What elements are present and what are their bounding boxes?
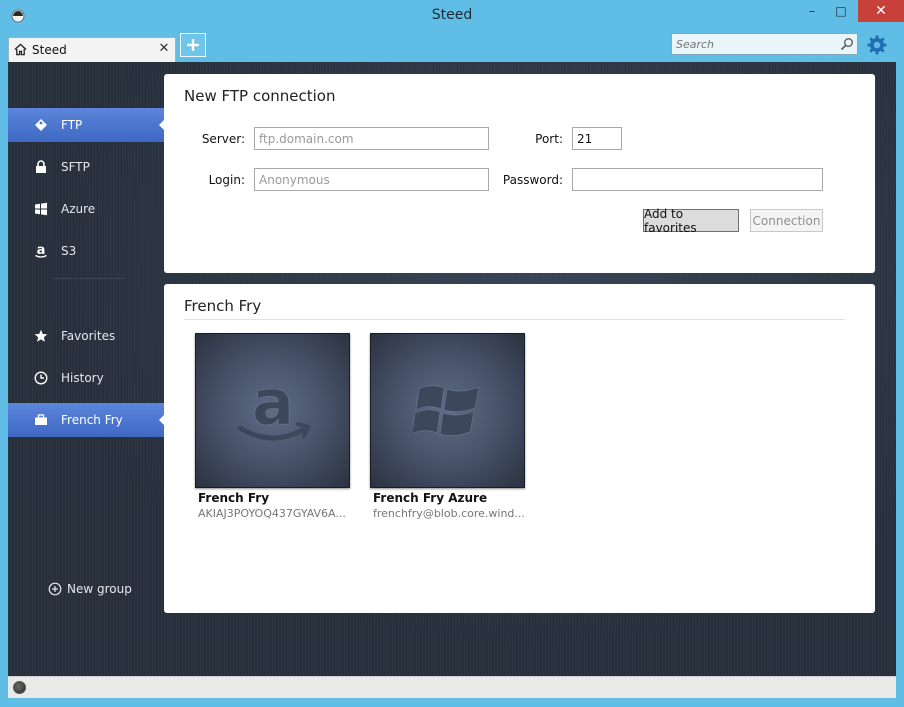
maximize-button[interactable]: □ bbox=[826, 0, 856, 22]
sidebar-item-sftp[interactable]: SFTP bbox=[8, 150, 164, 184]
amazon-icon: a bbox=[32, 242, 50, 260]
sidebar-item-label: Azure bbox=[61, 202, 96, 216]
tab-close-icon[interactable]: ✕ bbox=[157, 41, 171, 56]
sidebar-item-label: S3 bbox=[61, 244, 77, 258]
sidebar-item-label: History bbox=[61, 371, 104, 385]
search-box[interactable] bbox=[671, 33, 858, 55]
group-title-divider bbox=[184, 319, 845, 320]
server-label: Server: bbox=[201, 132, 245, 146]
sidebar-item-s3[interactable]: a S3 bbox=[8, 234, 164, 268]
port-label: Port: bbox=[535, 132, 563, 146]
home-icon bbox=[14, 43, 27, 56]
window-title: Steed bbox=[431, 7, 473, 23]
port-input[interactable] bbox=[572, 127, 622, 150]
password-label: Password: bbox=[502, 173, 563, 187]
group-panel: French Fry a French Fry AKIAJ3POYOQ437GY… bbox=[164, 284, 875, 613]
close-window-button[interactable]: ✕ bbox=[858, 0, 904, 22]
password-input[interactable] bbox=[572, 168, 823, 191]
add-to-favorites-button[interactable]: Add to favorites bbox=[643, 207, 739, 235]
search-icon[interactable] bbox=[840, 37, 854, 51]
settings-gear-icon[interactable] bbox=[867, 35, 887, 55]
panel-title: New FTP connection bbox=[184, 87, 336, 105]
star-icon bbox=[32, 327, 50, 345]
main-area: FTP SFTP Azure a S3 Favorites History Fr… bbox=[8, 62, 896, 676]
search-input[interactable] bbox=[676, 36, 836, 52]
svg-text:a: a bbox=[37, 243, 46, 258]
favorite-name: French Fry Azure bbox=[373, 491, 488, 505]
sidebar-item-favorites[interactable]: Favorites bbox=[8, 319, 164, 353]
sidebar-item-french-fry[interactable]: French Fry bbox=[8, 403, 165, 437]
sidebar-item-ftp[interactable]: FTP bbox=[8, 108, 165, 142]
tab-label: Steed bbox=[32, 43, 67, 57]
svg-text:a: a bbox=[252, 366, 294, 439]
add-circle-icon bbox=[48, 582, 62, 596]
windows-icon bbox=[412, 384, 479, 436]
tag-icon bbox=[32, 116, 50, 134]
add-tab-button[interactable] bbox=[180, 33, 206, 57]
favorite-tile[interactable]: a bbox=[195, 333, 350, 488]
login-label: Login: bbox=[208, 173, 245, 187]
new-group-label: New group bbox=[67, 582, 132, 596]
tab-steed[interactable]: Steed ✕ bbox=[8, 37, 176, 62]
sidebar-item-label: FTP bbox=[61, 118, 83, 132]
favorite-tile[interactable] bbox=[370, 333, 525, 488]
briefcase-icon bbox=[32, 411, 50, 429]
status-bar bbox=[8, 676, 896, 698]
plus-icon bbox=[187, 39, 199, 51]
new-group-button[interactable]: New group bbox=[48, 582, 132, 596]
connection-button[interactable]: Connection bbox=[750, 209, 823, 232]
favorite-detail: frenchfry@blob.core.wind... bbox=[373, 507, 525, 520]
sidebar-divider bbox=[53, 278, 125, 279]
clock-icon bbox=[32, 369, 50, 387]
sidebar-item-history[interactable]: History bbox=[8, 361, 164, 395]
favorite-detail: AKIAJ3POYOQ437GYAV6A... bbox=[198, 507, 346, 520]
sidebar-item-label: French Fry bbox=[61, 413, 123, 427]
sidebar-item-azure[interactable]: Azure bbox=[8, 192, 164, 226]
new-connection-panel: New FTP connection Server: Port: Login: … bbox=[164, 74, 875, 273]
amazon-icon: a bbox=[237, 366, 311, 440]
lock-icon bbox=[32, 158, 50, 176]
sidebar-item-label: SFTP bbox=[61, 160, 90, 174]
sidebar-item-label: Favorites bbox=[61, 329, 116, 343]
group-title: French Fry bbox=[184, 297, 262, 315]
windows-icon bbox=[32, 200, 50, 218]
minimize-button[interactable]: – bbox=[797, 0, 827, 22]
login-input[interactable] bbox=[254, 168, 489, 191]
favorite-name: French Fry bbox=[198, 491, 270, 505]
title-bar: Steed – □ ✕ bbox=[0, 0, 904, 30]
status-indicator-icon[interactable] bbox=[13, 681, 26, 694]
server-input[interactable] bbox=[254, 127, 489, 150]
